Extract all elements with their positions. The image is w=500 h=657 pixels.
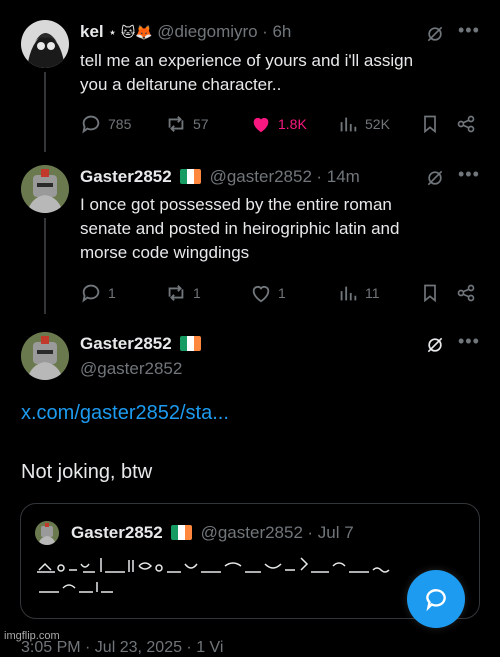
chat-button[interactable] <box>407 570 465 628</box>
reply-count: 1 <box>108 285 116 301</box>
bookmark-icon[interactable] <box>420 283 440 308</box>
repost-icon <box>168 285 184 301</box>
quote-avatar <box>35 521 59 545</box>
grok-icon[interactable] <box>425 168 445 193</box>
views-button[interactable]: 11 <box>337 282 380 304</box>
tweet-text: Not joking, btw <box>21 461 153 483</box>
repost-count: 1 <box>193 285 201 301</box>
thread-line <box>44 218 46 314</box>
avatar-kel[interactable] <box>21 20 69 68</box>
bookmark-icon[interactable] <box>420 114 440 139</box>
quote-time: · Jul 7 <box>307 523 354 542</box>
reply-count: 785 <box>108 116 132 132</box>
quote-author-handle: @gaster2852 <box>200 523 303 542</box>
author-handle[interactable]: @gaster2852 <box>210 167 312 186</box>
repost-button[interactable]: 1 <box>165 282 201 304</box>
view-count: 11 <box>365 285 380 301</box>
more-icon[interactable]: ••• <box>458 331 480 352</box>
hieroglyph-text <box>37 557 390 593</box>
author-name[interactable]: Gaster2852 <box>80 167 172 186</box>
share-icon[interactable] <box>456 283 476 308</box>
like-button[interactable]: 1 <box>250 282 286 304</box>
author-handle[interactable]: @diegomiyro <box>157 22 257 41</box>
views-button[interactable]: 52K <box>337 113 390 135</box>
tweet-link[interactable]: x.com/gaster2852/sta... <box>21 402 229 425</box>
like-icon <box>252 286 270 303</box>
author-name[interactable]: kel <box>80 22 104 41</box>
views-icon <box>340 286 357 301</box>
tweet-text-line: tell me an experience of yours and i'll … <box>80 51 414 70</box>
like-count: 1.8K <box>278 116 307 132</box>
watermark: imgflip.com <box>4 630 60 642</box>
ireland-flag-icon <box>171 525 193 540</box>
tweet-text-line: you a deltarune character.. <box>80 75 282 94</box>
more-icon[interactable]: ••• <box>458 20 480 41</box>
grok-icon[interactable] <box>425 24 445 49</box>
share-icon[interactable] <box>456 114 476 139</box>
ireland-flag-icon <box>180 336 202 351</box>
repost-icon <box>168 116 184 132</box>
grok-icon[interactable] <box>425 335 445 360</box>
chat-icon <box>426 589 446 612</box>
tweet-text-line: I once got possessed by the entire roman <box>80 195 392 214</box>
avatar-gaster[interactable] <box>21 165 69 213</box>
repost-count: 57 <box>193 116 209 132</box>
tweet-time[interactable]: · 14m <box>316 167 359 186</box>
more-icon[interactable]: ••• <box>458 164 480 185</box>
author-handle[interactable]: @gaster2852 <box>80 359 182 379</box>
repost-button[interactable]: 57 <box>165 113 209 135</box>
tweet-text-line: senate and posted in heirogriphic latin … <box>80 219 400 238</box>
thread-line <box>44 72 46 152</box>
quote-author-name: Gaster2852 <box>71 523 163 542</box>
reply-icon <box>82 115 100 134</box>
reply-button[interactable]: 1 <box>80 282 116 304</box>
view-count: 52K <box>365 116 390 132</box>
like-button[interactable]: 1.8K <box>250 113 307 135</box>
name-emojis: ⋆ 🐱🦊 <box>108 24 153 40</box>
ireland-flag-icon <box>180 169 202 184</box>
tweet-text-line: morse code wingdings <box>80 243 250 262</box>
views-icon <box>340 117 357 132</box>
avatar-gaster[interactable] <box>21 332 69 380</box>
like-icon <box>253 117 269 133</box>
like-count: 1 <box>278 285 286 301</box>
author-name[interactable]: Gaster2852 <box>80 334 172 353</box>
reply-button[interactable]: 785 <box>80 113 131 135</box>
tweet-time[interactable]: · 6h <box>262 22 291 41</box>
reply-icon <box>82 284 100 303</box>
